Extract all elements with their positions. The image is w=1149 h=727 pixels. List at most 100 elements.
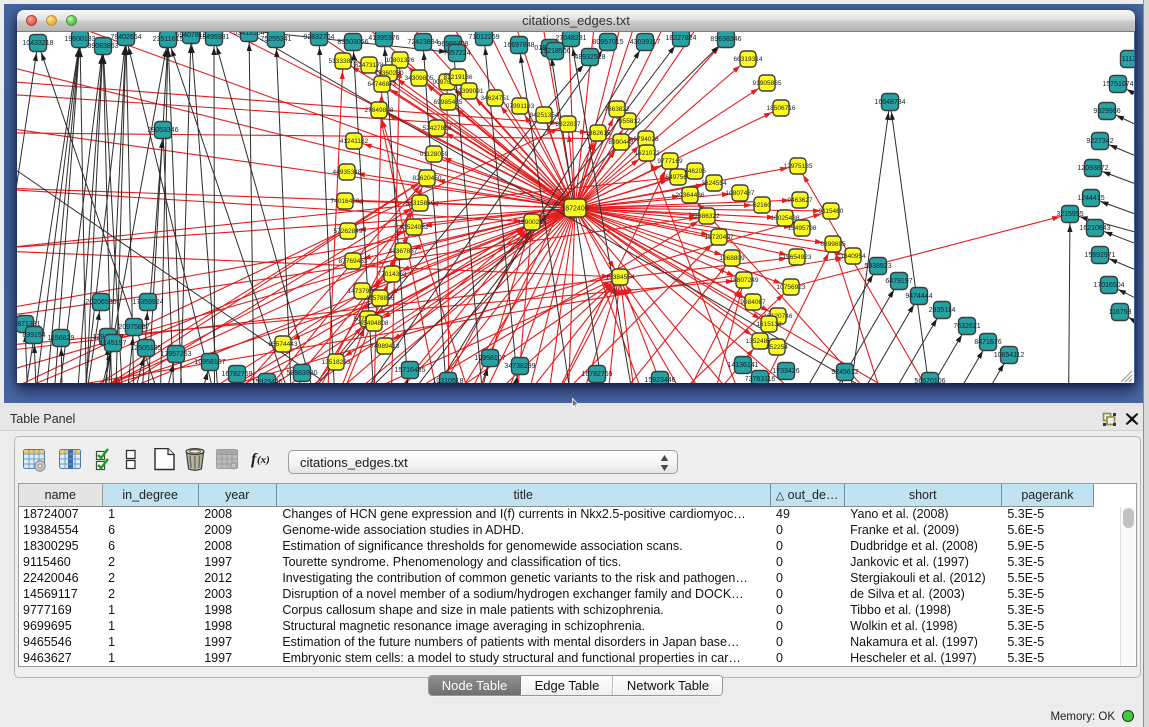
svg-text:34309805: 34309805 — [405, 75, 434, 82]
svg-text:92832764: 92832764 — [303, 34, 334, 41]
svg-text:87769453: 87769453 — [339, 258, 368, 265]
svg-text:6899695: 6899695 — [820, 241, 846, 248]
svg-text:91905865: 91905865 — [753, 80, 782, 87]
svg-text:07991183: 07991183 — [506, 103, 535, 110]
svg-text:10958107: 10958107 — [194, 359, 225, 366]
svg-text:48932528: 48932528 — [574, 54, 605, 61]
svg-text:3215955: 3215955 — [1056, 211, 1083, 218]
svg-text:34738299: 34738299 — [504, 363, 535, 370]
svg-text:1156829: 1156829 — [48, 335, 75, 342]
svg-text:41395376: 41395376 — [368, 35, 399, 42]
svg-text:8471676: 8471676 — [974, 339, 1001, 346]
svg-text:16697848: 16697848 — [503, 42, 534, 49]
svg-text:64746872: 64746872 — [368, 81, 397, 88]
svg-text:18495931: 18495931 — [198, 34, 229, 41]
svg-text:14136141: 14136141 — [727, 362, 758, 369]
svg-text:56670106: 56670106 — [914, 378, 945, 383]
svg-text:18807249: 18807249 — [730, 277, 759, 284]
svg-text:1733426: 1733426 — [772, 368, 799, 375]
svg-text:(x): (x) — [257, 454, 270, 466]
svg-text:10958107: 10958107 — [474, 355, 505, 362]
svg-text:73763116: 73763116 — [745, 376, 776, 383]
svg-text:72423884: 72423884 — [407, 39, 438, 46]
svg-text:15716485: 15716485 — [394, 367, 425, 374]
svg-text:10756923: 10756923 — [777, 284, 806, 291]
svg-text:62473178: 62473178 — [355, 62, 384, 69]
svg-text:79402654: 79402654 — [110, 34, 141, 41]
svg-text:16648784: 16648784 — [874, 99, 905, 106]
svg-text:839154: 839154 — [22, 332, 45, 339]
svg-text:252254: 252254 — [766, 344, 788, 351]
svg-text:15751074: 15751074 — [1102, 81, 1133, 88]
svg-text:53315869: 53315869 — [406, 200, 435, 207]
svg-text:9245612: 9245612 — [831, 369, 858, 376]
svg-text:57262849: 57262849 — [334, 228, 363, 235]
svg-text:12505135: 12505135 — [130, 345, 161, 352]
svg-text:1621072: 1621072 — [634, 150, 660, 157]
svg-text:69985435: 69985435 — [434, 99, 463, 106]
svg-text:13518233: 13518233 — [322, 359, 351, 366]
svg-text:89083863: 89083863 — [87, 43, 118, 50]
svg-text:8322037: 8322037 — [555, 121, 581, 128]
svg-text:18506716: 18506716 — [767, 105, 796, 112]
svg-text:83503056: 83503056 — [337, 39, 368, 46]
svg-text:1244415: 1244415 — [1077, 195, 1104, 202]
svg-text:746206: 746206 — [684, 168, 706, 175]
svg-text:9777169: 9777169 — [657, 158, 683, 165]
svg-text:52427868: 52427868 — [423, 125, 452, 132]
svg-text:15654923: 15654923 — [783, 254, 812, 261]
svg-text:3624554: 3624554 — [701, 180, 727, 187]
svg-text:15692971: 15692971 — [1084, 252, 1115, 259]
svg-text:41241182: 41241182 — [340, 138, 369, 145]
svg-text:9474444: 9474444 — [905, 293, 932, 300]
svg-text:49578856: 49578856 — [366, 295, 395, 302]
svg-text:15900295: 15900295 — [518, 219, 547, 226]
svg-text:15923446: 15923446 — [251, 379, 282, 383]
svg-text:77014363: 77014363 — [378, 271, 407, 278]
svg-text:7955812: 7955812 — [615, 118, 641, 125]
svg-text:9329966: 9329966 — [1093, 108, 1120, 115]
svg-text:1068809: 1068809 — [719, 255, 745, 262]
svg-text:16782759: 16782759 — [581, 371, 612, 378]
svg-text:82620450: 82620450 — [413, 175, 442, 182]
svg-text:7386322: 7386322 — [694, 213, 720, 220]
svg-text:01128059: 01128059 — [420, 151, 449, 158]
svg-text:80957015: 80957015 — [592, 39, 623, 46]
svg-text:9084067: 9084067 — [740, 299, 766, 306]
svg-text:19218506: 19218506 — [539, 48, 570, 55]
svg-text:19600133: 19600133 — [64, 36, 95, 43]
svg-text:17359924: 17359924 — [132, 299, 163, 306]
svg-text:6794028: 6794028 — [633, 136, 659, 143]
svg-text:66319314: 66319314 — [734, 56, 763, 63]
svg-text:19384554: 19384554 — [606, 274, 635, 281]
svg-text:74989413: 74989413 — [371, 343, 400, 350]
svg-text:12093872: 12093872 — [1077, 165, 1108, 172]
svg-text:116753: 116753 — [1109, 309, 1132, 316]
svg-text:43524082: 43524082 — [400, 224, 429, 231]
svg-text:10310518: 10310518 — [432, 378, 463, 383]
svg-text:7663822: 7663822 — [604, 106, 630, 113]
svg-text:1615132: 1615132 — [756, 321, 782, 328]
svg-text:20206536: 20206536 — [85, 299, 116, 306]
svg-text:10433218: 10433218 — [22, 40, 53, 47]
svg-text:16210643: 16210643 — [1079, 225, 1110, 232]
svg-text:8990448: 8990448 — [608, 139, 634, 146]
svg-text:10801326: 10801326 — [386, 57, 415, 64]
svg-text:74016400: 74016400 — [331, 198, 360, 205]
svg-text:34624751: 34624751 — [481, 95, 510, 102]
svg-text:6479197: 6479197 — [885, 278, 912, 285]
svg-text:15720407: 15720407 — [705, 234, 734, 241]
svg-text:15923446: 15923446 — [644, 377, 675, 383]
svg-text:50983930: 50983930 — [286, 370, 317, 377]
svg-text:84251354: 84251354 — [530, 112, 559, 119]
svg-text:51333872: 51333872 — [329, 58, 358, 65]
svg-text:7357224: 7357224 — [443, 50, 470, 57]
svg-text:5938923: 5938923 — [864, 263, 891, 270]
svg-text:12975135: 12975135 — [784, 163, 813, 170]
svg-text:9227342: 9227342 — [1086, 138, 1113, 145]
svg-text:18227824: 18227824 — [665, 35, 696, 42]
svg-text:85574443: 85574443 — [269, 341, 298, 348]
svg-text:17957253: 17957253 — [160, 351, 191, 358]
svg-text:29053346: 29053346 — [147, 127, 178, 134]
svg-text:19399091: 19399091 — [455, 88, 484, 95]
